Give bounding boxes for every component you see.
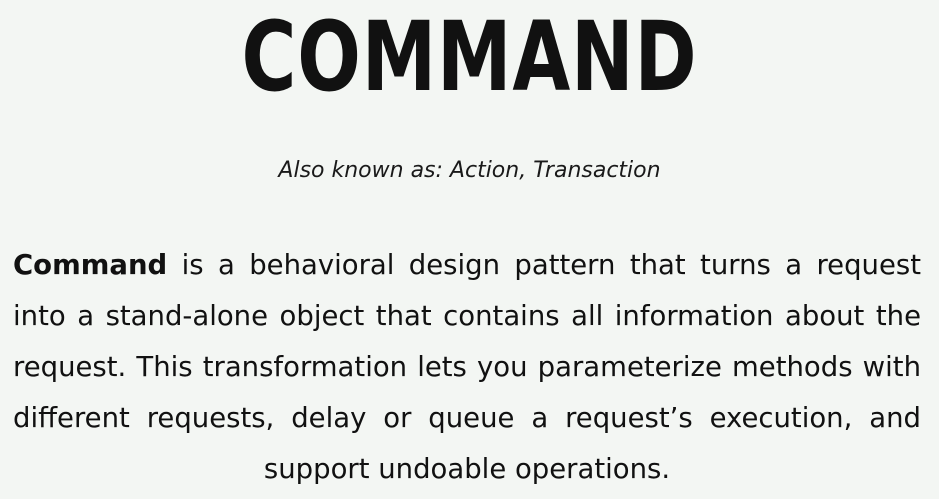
page-title: COMMAND	[241, 1, 698, 113]
intro-paragraph: Command is a behavioral design pattern t…	[13, 240, 921, 495]
intro-text: is a behavioral design pattern that turn…	[13, 249, 921, 485]
intro-term: Command	[13, 249, 168, 281]
also-known-as: Also known as: Action, Transaction	[278, 158, 661, 183]
